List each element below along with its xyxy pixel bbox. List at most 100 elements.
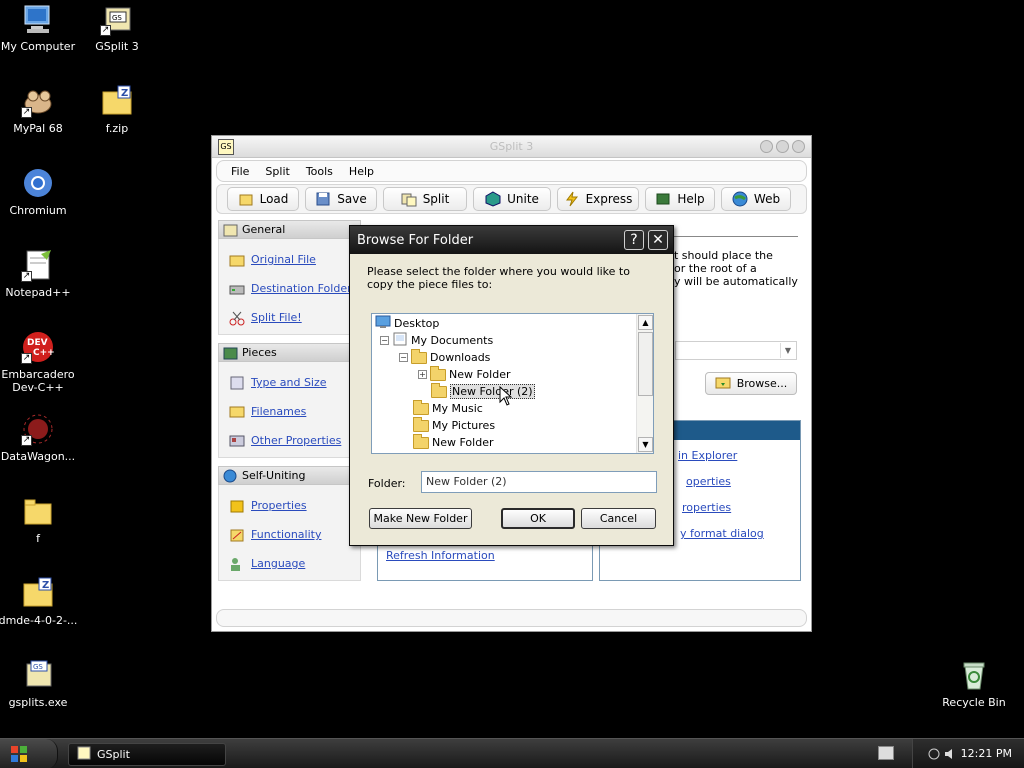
menu-split[interactable]: Split (265, 165, 289, 178)
desktop-icon-fzip[interactable]: Z f.zip (77, 84, 157, 135)
unite-icon (485, 191, 501, 207)
nav-properties[interactable]: Properties (229, 491, 360, 520)
scissors-icon (229, 310, 245, 326)
tree-node-new-folder-2-selected[interactable]: New Folder (2) (431, 382, 535, 400)
tree-node-my-documents[interactable]: − My Documents (380, 332, 493, 349)
scroll-up-icon[interactable]: ▲ (638, 315, 653, 330)
pieces-icon (223, 346, 239, 360)
desktop-icon-gsplits-exe[interactable]: GS gsplits.exe (0, 658, 78, 709)
section-header-general[interactable]: General (218, 220, 361, 239)
dialog-close-button[interactable]: ✕ (648, 230, 668, 250)
link-format-dialog[interactable]: y format dialog (680, 527, 764, 540)
minimize-button[interactable] (760, 140, 773, 153)
desktop-icon-datawagon[interactable]: ↗ DataWagon... (0, 412, 78, 463)
dialog-titlebar[interactable]: Browse For Folder ? ✕ (350, 226, 673, 254)
music-folder-icon (413, 399, 429, 415)
load-label: Load (259, 192, 289, 206)
tree-scrollbar[interactable]: ▲ ▼ (636, 314, 653, 453)
cancel-button[interactable]: Cancel (581, 508, 656, 529)
desktop-icon-dmde[interactable]: Z dmde-4-0-2-... (0, 576, 78, 627)
link-open-in-explorer[interactable]: in Explorer (678, 449, 737, 462)
browse-button[interactable]: Browse... (705, 372, 797, 395)
desktop-icon-recycle-bin[interactable]: Recycle Bin (934, 658, 1014, 709)
desktop-icon-label: MyPal 68 (13, 122, 63, 135)
desktop-icon-label: gsplits.exe (8, 696, 68, 709)
split-button[interactable]: Split (383, 187, 467, 211)
nav-original-file[interactable]: Original File (229, 245, 360, 274)
tree-node-my-pictures[interactable]: My Pictures (413, 416, 495, 434)
collapse-icon[interactable]: − (380, 336, 389, 345)
make-new-folder-button[interactable]: Make New Folder (369, 508, 472, 529)
desktop-icon-mypal[interactable]: ↗ MyPal 68 (0, 84, 78, 135)
tree-node-desktop[interactable]: Desktop (375, 315, 439, 332)
desktop-icon-chromium[interactable]: Chromium (0, 166, 78, 217)
section-header-self-uniting[interactable]: Self-Uniting (218, 466, 361, 485)
menu-help[interactable]: Help (349, 165, 374, 178)
close-button[interactable] (792, 140, 805, 153)
nav-other-properties[interactable]: Other Properties (229, 426, 360, 455)
scroll-thumb[interactable] (638, 332, 653, 396)
load-button[interactable]: Load (227, 187, 299, 211)
ok-button[interactable]: OK (501, 508, 575, 529)
unite-button[interactable]: Unite (473, 187, 551, 211)
help-question-button[interactable]: ? (624, 230, 644, 250)
properties-icon (229, 433, 245, 449)
desktop-icon-label: dmde-4-0-2-... (0, 614, 78, 627)
desktop-icon-gsplit3[interactable]: GS ↗ GSplit 3 (77, 2, 157, 53)
start-button[interactable] (0, 739, 58, 768)
folder-field[interactable]: New Folder (2) (421, 471, 657, 493)
link-drive-properties[interactable]: roperties (682, 501, 731, 514)
desktop-icon-label: My Computer (0, 40, 76, 53)
nav-destination-folder[interactable]: Destination Folder (229, 274, 360, 303)
desktop-icon-my-computer[interactable]: My Computer (0, 2, 78, 53)
help-button[interactable]: Help (645, 187, 715, 211)
tree-node-new-folder-3[interactable]: New Folder (413, 433, 493, 451)
destination-combo[interactable]: ▼ (675, 341, 797, 360)
content-description: t should place the or the root of a y wi… (674, 249, 798, 288)
section-general: Original File Destination Folder Split F… (218, 239, 361, 335)
chevron-down-icon[interactable]: ▼ (780, 343, 795, 358)
collapse-icon[interactable]: − (399, 353, 408, 362)
section-header-pieces[interactable]: Pieces (218, 343, 361, 362)
desktop-icon-label: Recycle Bin (942, 696, 1006, 709)
keyboard-icon[interactable] (878, 746, 894, 760)
volume-icon[interactable] (943, 747, 957, 764)
browse-folder-icon (715, 375, 731, 392)
desktop-icon-notepadpp[interactable]: ↗ Notepad++ (0, 248, 78, 299)
tree-node-my-music[interactable]: My Music (413, 399, 483, 417)
network-icon[interactable] (927, 747, 941, 764)
scroll-down-icon[interactable]: ▼ (638, 437, 653, 452)
svg-text:DEV: DEV (27, 338, 48, 348)
menu-file[interactable]: File (231, 165, 249, 178)
clock[interactable]: 12:21 PM (961, 747, 1012, 760)
folder-icon (21, 494, 55, 528)
mypal-icon: ↗ (21, 84, 55, 118)
nav-type-and-size[interactable]: Type and Size (229, 368, 360, 397)
menu-tools[interactable]: Tools (306, 165, 333, 178)
nav-functionality[interactable]: Functionality (229, 520, 360, 549)
desktop-icon-label: GSplit 3 (95, 40, 139, 53)
taskbar-button-gsplit[interactable]: GSplit (68, 743, 226, 766)
toolbar: Load Save Split Unite Express Help Web (216, 184, 807, 214)
notepad-plus-plus-icon: ↗ (21, 248, 55, 282)
desktop-icon-f-folder[interactable]: f (0, 494, 78, 545)
desktop-icon-devcpp[interactable]: DEV C++ ↗ Embarcadero Dev-C++ (0, 330, 78, 394)
nav-language[interactable]: Language (229, 549, 360, 578)
tree-node-downloads[interactable]: − Downloads (399, 348, 490, 366)
gsplit-task-icon (77, 746, 91, 763)
desktop-icon-label: Chromium (9, 204, 67, 217)
globe-icon (732, 191, 748, 207)
desktop-icon-label: f (36, 532, 40, 545)
nav-filenames[interactable]: Filenames (229, 397, 360, 426)
folder-tree[interactable]: Desktop − My Documents − Downloads + New… (371, 313, 654, 454)
gsplit-titlebar[interactable]: GS GSplit 3 (212, 136, 811, 158)
save-button[interactable]: Save (305, 187, 377, 211)
link-properties[interactable]: operties (686, 475, 731, 488)
tree-node-new-folder[interactable]: + New Folder (418, 365, 510, 383)
web-button[interactable]: Web (721, 187, 791, 211)
maximize-button[interactable] (776, 140, 789, 153)
express-button[interactable]: Express (557, 187, 639, 211)
link-refresh-information[interactable]: Refresh Information (386, 549, 495, 562)
nav-split-file[interactable]: Split File! (229, 303, 360, 332)
expand-icon[interactable]: + (418, 370, 427, 379)
